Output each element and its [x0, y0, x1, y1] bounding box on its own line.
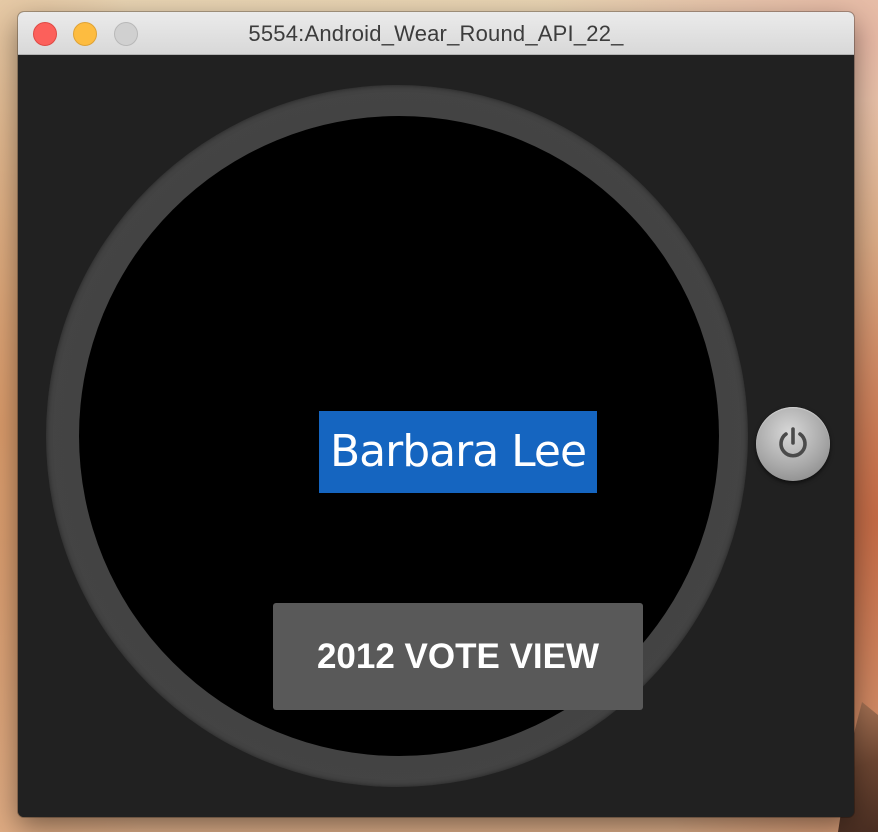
title-bar[interactable]: 5554:Android_Wear_Round_API_22_: [18, 12, 854, 55]
power-button[interactable]: [756, 407, 830, 481]
watch-face[interactable]: Barbara Lee 2012 VOTE VIEW: [79, 116, 719, 756]
selected-name-label[interactable]: Barbara Lee: [319, 411, 597, 493]
power-icon: [779, 427, 807, 458]
emulator-screen: Barbara Lee 2012 VOTE VIEW: [18, 55, 854, 817]
window-title: 5554:Android_Wear_Round_API_22_: [248, 21, 624, 46]
vote-view-button[interactable]: 2012 VOTE VIEW: [273, 603, 643, 710]
emulator-window: 5554:Android_Wear_Round_API_22_ Barbara …: [18, 12, 854, 817]
